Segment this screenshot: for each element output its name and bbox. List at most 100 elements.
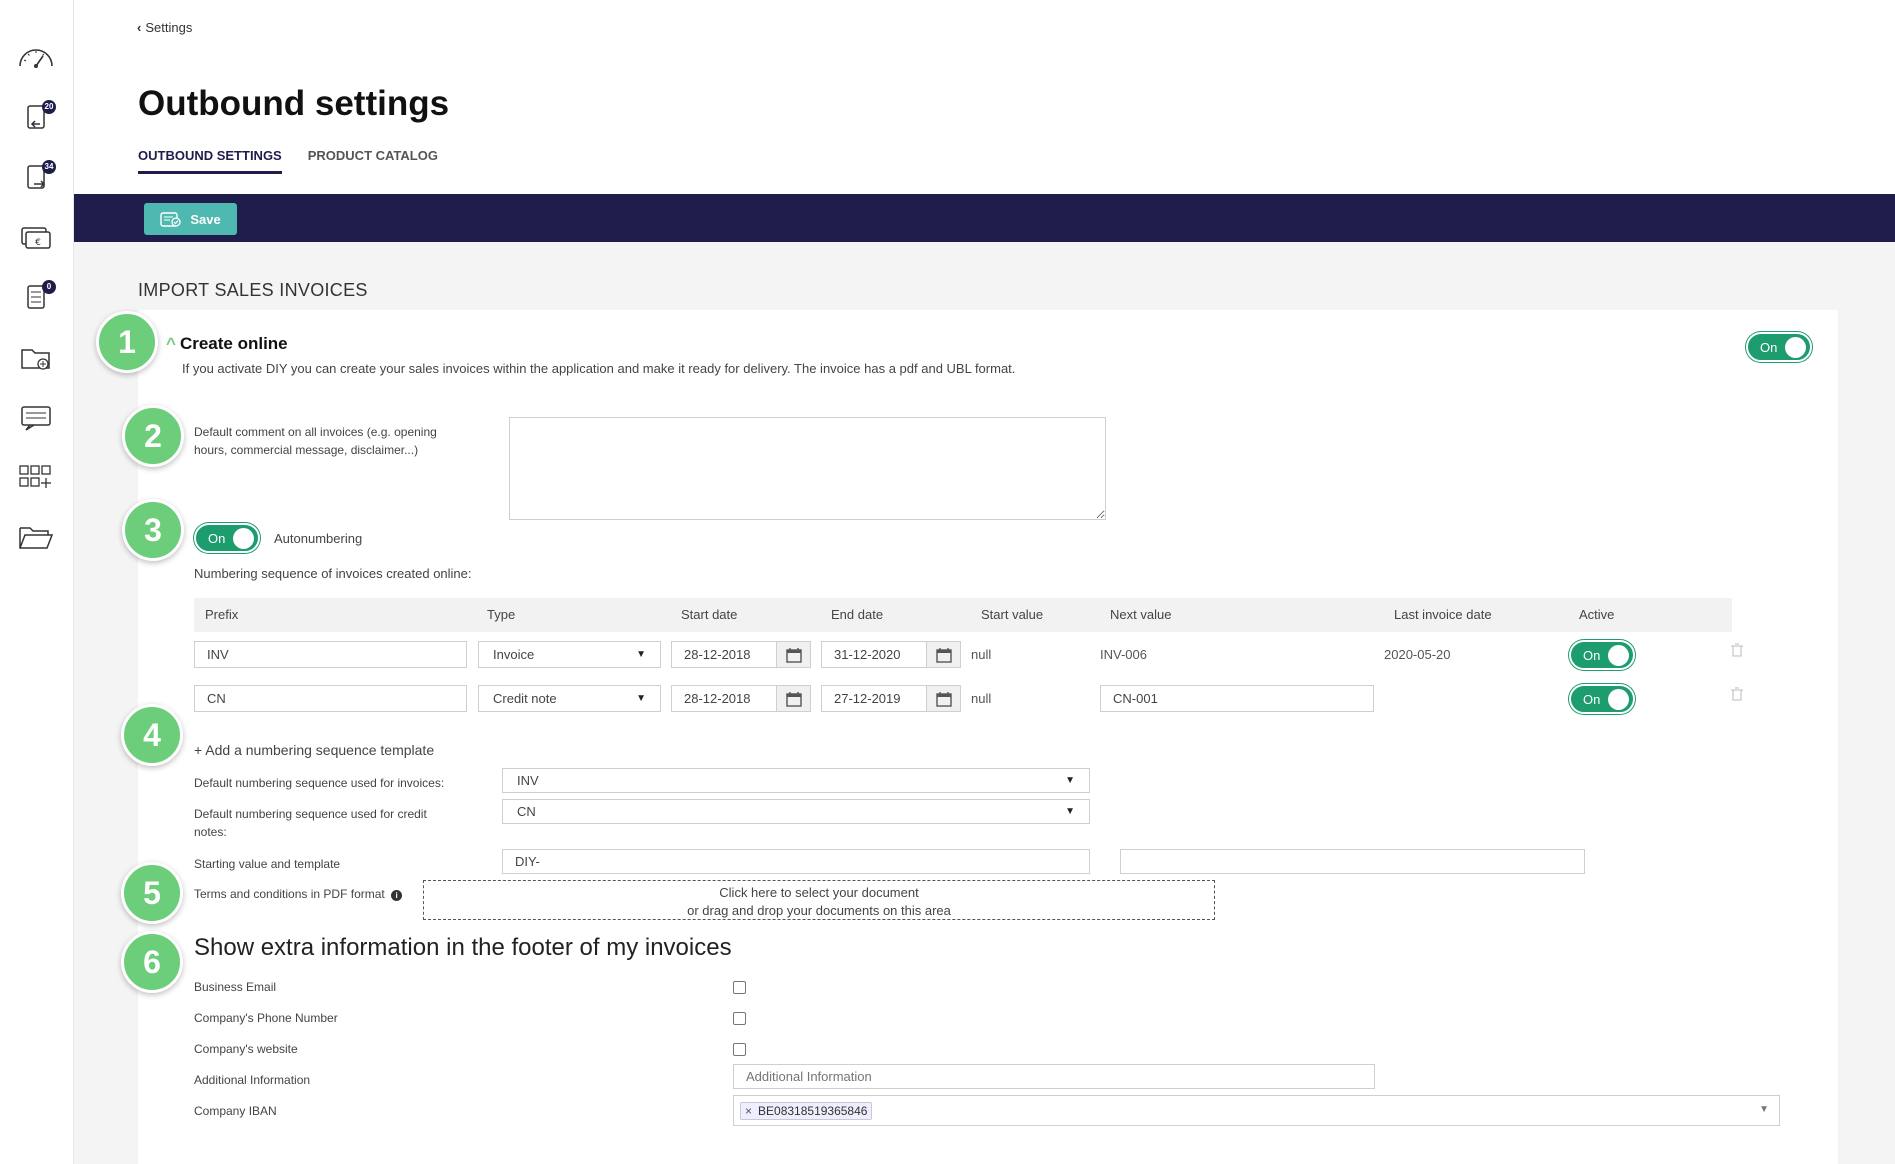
terms-upload-dropzone[interactable]: Click here to select your document or dr…: [423, 880, 1215, 920]
iban-tag: × BE08318519365846: [740, 1101, 873, 1120]
starting-value-label: Starting value and template: [194, 857, 341, 871]
create-online-heading[interactable]: ^ Create online: [166, 334, 288, 354]
additional-info-label: Additional Information: [194, 1073, 311, 1087]
save-icon: [160, 212, 181, 227]
row1-start-date[interactable]: 28-12-2018: [671, 641, 811, 668]
toggle-knob: [1608, 645, 1629, 666]
default-credit-select[interactable]: CN ▼: [502, 799, 1090, 824]
row2-start-date-value: 28-12-2018: [684, 691, 751, 706]
row1-active-toggle[interactable]: On: [1569, 640, 1635, 670]
default-credit-label-line2: notes:: [194, 825, 227, 839]
default-credit-value: CN: [517, 804, 536, 819]
inbound-badge: 20: [42, 100, 56, 114]
row1-type-select[interactable]: Invoice ▼: [478, 641, 661, 668]
chevron-down-icon: ▼: [1759, 1104, 1769, 1115]
page-title: Outbound settings: [138, 84, 450, 123]
default-comment-textarea[interactable]: [509, 417, 1106, 520]
step-2-marker: 2: [122, 405, 184, 467]
th-next-value: Next value: [1110, 607, 1172, 622]
row1-start-value: null: [971, 647, 992, 662]
row1-type-value: Invoice: [493, 647, 535, 662]
chevron-down-icon: ▼: [636, 693, 646, 704]
row1-end-date-value: 31-12-2020: [834, 647, 901, 662]
breadcrumb[interactable]: ‹ Settings: [137, 20, 192, 35]
trash-icon[interactable]: [1731, 687, 1743, 701]
iban-select[interactable]: × BE08318519365846 ▼: [733, 1095, 1780, 1126]
calendar-icon[interactable]: [926, 642, 960, 667]
row1-prefix-input[interactable]: [194, 641, 467, 668]
th-prefix: Prefix: [205, 607, 239, 622]
iban-tag-value: BE08318519365846: [758, 1103, 868, 1118]
row2-active-toggle[interactable]: On: [1569, 684, 1635, 714]
calendar-icon[interactable]: [776, 642, 810, 667]
apps-icon[interactable]: [14, 458, 58, 498]
row1-next-value: INV-006: [1100, 647, 1147, 662]
save-button[interactable]: Save: [144, 203, 237, 235]
tab-product-catalog[interactable]: PRODUCT CATALOG: [308, 148, 438, 174]
row2-next-value-input[interactable]: [1100, 685, 1374, 712]
additional-info-input[interactable]: [733, 1064, 1375, 1089]
phone-label: Company's Phone Number: [194, 1011, 338, 1025]
business-email-label: Business Email: [194, 980, 277, 994]
create-online-toggle[interactable]: On: [1746, 332, 1812, 362]
chevron-left-icon: ‹: [137, 20, 142, 35]
tab-bar: OUTBOUND SETTINGS PRODUCT CATALOG: [138, 148, 438, 174]
step-1-marker: 1: [96, 311, 158, 373]
autonumbering-toggle[interactable]: On: [194, 523, 260, 553]
info-icon: i: [391, 890, 403, 901]
autonumbering-label: Autonumbering: [274, 531, 363, 546]
website-checkbox[interactable]: [733, 1043, 746, 1056]
trash-icon[interactable]: [1731, 643, 1743, 657]
add-numbering-template-link[interactable]: + Add a numbering sequence template: [194, 741, 434, 759]
th-active: Active: [1579, 607, 1615, 622]
chevron-up-icon: ^: [166, 334, 176, 353]
row1-last-invoice-date: 2020-05-20: [1384, 647, 1451, 662]
calendar-icon[interactable]: [926, 686, 960, 711]
inbound-documents-icon[interactable]: 20: [14, 98, 58, 138]
toggle-label: On: [1760, 340, 1778, 355]
default-credit-label-line1: Default numbering sequence used for cred…: [194, 807, 427, 821]
step-4-marker: 4: [121, 704, 183, 766]
payments-icon[interactable]: €: [14, 218, 58, 258]
calendar-icon[interactable]: [776, 686, 810, 711]
starting-template-input[interactable]: [1120, 849, 1585, 874]
default-invoices-label: Default numbering sequence used for invo…: [194, 776, 445, 790]
remove-tag-icon[interactable]: ×: [745, 1104, 752, 1118]
sidebar: 20 34 € 0: [0, 0, 74, 1164]
step-6-marker: 6: [121, 931, 183, 993]
toggle-knob: [1608, 689, 1629, 710]
row2-end-date[interactable]: 27-12-2019: [821, 685, 961, 712]
th-type: Type: [487, 607, 516, 622]
business-email-checkbox[interactable]: [733, 981, 746, 994]
starting-value-input[interactable]: [502, 849, 1090, 874]
page-header: ‹ Settings Outbound settings OUTBOUND SET…: [74, 0, 1895, 194]
open-folder-icon[interactable]: [14, 518, 58, 558]
terms-label-text: Terms and conditions in PDF format: [194, 887, 385, 901]
row2-prefix-input[interactable]: [194, 685, 467, 712]
messages-icon[interactable]: [14, 398, 58, 438]
upload-line2: or drag and drop your documents on this …: [687, 903, 951, 918]
row2-start-value: null: [971, 691, 992, 706]
chevron-down-icon: ▼: [1065, 775, 1075, 786]
tab-outbound-settings[interactable]: OUTBOUND SETTINGS: [138, 148, 282, 174]
outbound-documents-icon[interactable]: 34: [14, 158, 58, 198]
row2-type-select[interactable]: Credit note ▼: [478, 685, 661, 712]
breadcrumb-label: Settings: [145, 20, 193, 35]
default-invoices-select[interactable]: INV ▼: [502, 768, 1090, 793]
terms-label: Terms and conditions in PDF format i: [194, 885, 403, 903]
upload-line1: Click here to select your document: [719, 885, 919, 900]
row1-start-date-value: 28-12-2018: [684, 647, 751, 662]
row2-start-date[interactable]: 28-12-2018: [671, 685, 811, 712]
tasks-icon[interactable]: 0: [14, 278, 58, 318]
add-folder-icon[interactable]: [14, 338, 58, 378]
iban-label: Company IBAN: [194, 1104, 277, 1118]
toggle-knob: [1785, 337, 1806, 358]
dashboard-icon[interactable]: [14, 38, 58, 78]
section-title: IMPORT SALES INVOICES: [138, 280, 368, 300]
phone-checkbox[interactable]: [733, 1012, 746, 1025]
chevron-down-icon: ▼: [636, 649, 646, 660]
tasks-badge: 0: [42, 280, 56, 294]
row1-end-date[interactable]: 31-12-2020: [821, 641, 961, 668]
toggle-label: On: [1583, 648, 1601, 663]
th-end-date: End date: [831, 607, 884, 622]
